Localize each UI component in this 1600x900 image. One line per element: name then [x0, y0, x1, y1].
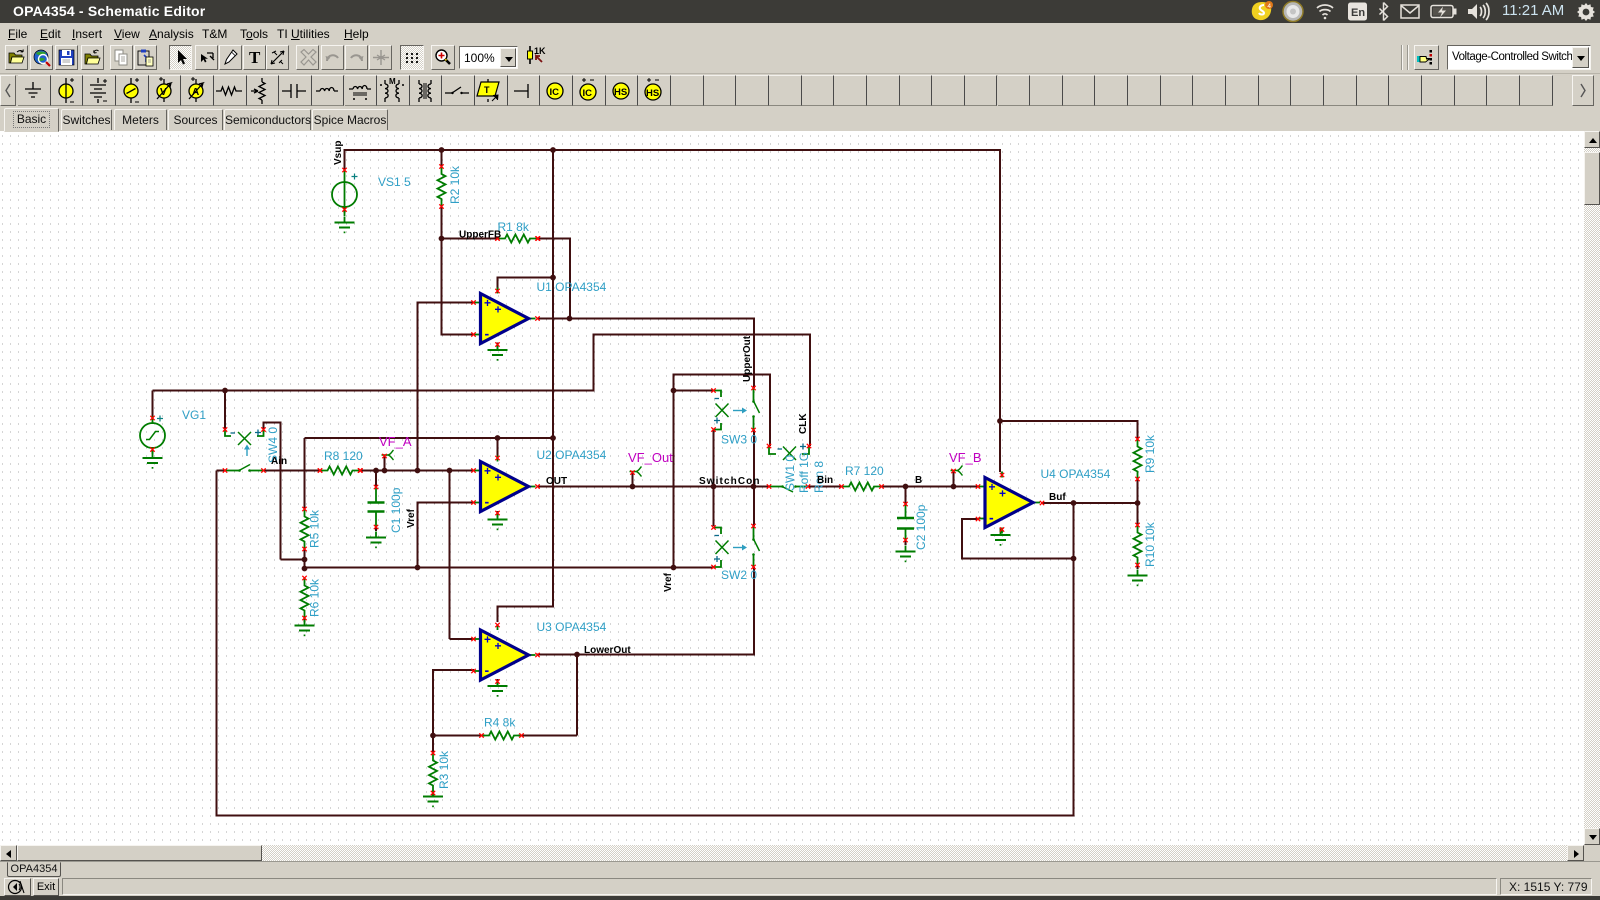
svg-text:-: - — [485, 326, 490, 342]
svg-text:R1 8k: R1 8k — [498, 220, 530, 234]
svg-text:R5 10k: R5 10k — [308, 509, 322, 548]
svg-text:C2 100p: C2 100p — [914, 504, 928, 550]
svg-text:Vref: Vref — [406, 508, 417, 528]
svg-text:Roff 1G: Roff 1G — [797, 452, 811, 493]
svg-text:R2 10k: R2 10k — [448, 165, 462, 204]
svg-text:T: T — [249, 48, 261, 67]
svg-text:HS: HS — [614, 87, 627, 98]
svg-text:R6 10k: R6 10k — [308, 578, 322, 617]
svg-text:+: + — [484, 633, 491, 647]
svg-text:+: + — [484, 464, 491, 478]
svg-text:Vsup: Vsup — [333, 141, 344, 165]
svg-text:En: En — [1351, 7, 1365, 19]
svg-text:-: - — [485, 662, 490, 678]
svg-text:-: - — [989, 510, 994, 526]
svg-text:Ain: Ain — [271, 456, 287, 467]
svg-text:OUT: OUT — [546, 476, 567, 487]
svg-text:SW2 0: SW2 0 — [721, 568, 757, 582]
svg-text:U3 OPA4354: U3 OPA4354 — [537, 620, 607, 634]
svg-text:HS: HS — [646, 88, 659, 99]
svg-text:IC: IC — [583, 88, 593, 99]
svg-text:VG1: VG1 — [182, 408, 206, 422]
svg-text:R7 120: R7 120 — [845, 464, 884, 478]
svg-text:VF_Out: VF_Out — [628, 450, 673, 465]
svg-text:Bin: Bin — [817, 475, 833, 486]
svg-text:IC: IC — [550, 87, 560, 98]
svg-text:R3 10k: R3 10k — [437, 750, 451, 789]
svg-text:CLK: CLK — [798, 413, 809, 434]
svg-text:U2 OPA4354: U2 OPA4354 — [537, 448, 607, 462]
svg-text:R8 120: R8 120 — [324, 449, 363, 463]
svg-text:UpperFB: UpperFB — [459, 230, 501, 241]
svg-text:R9 10k: R9 10k — [1143, 434, 1157, 473]
svg-text:R4 8k: R4 8k — [484, 716, 516, 730]
svg-text:C1 100p: C1 100p — [389, 487, 403, 533]
svg-text:SwitchCon: SwitchCon — [699, 476, 761, 487]
svg-text:U4 OPA4354: U4 OPA4354 — [1041, 467, 1111, 481]
svg-text:VF_B: VF_B — [949, 450, 982, 465]
svg-text:M: M — [389, 77, 396, 86]
svg-text:Vref: Vref — [663, 572, 674, 592]
svg-text:+: + — [484, 296, 491, 310]
svg-text:VF_A: VF_A — [379, 434, 412, 449]
svg-text:4: 4 — [1267, 3, 1271, 10]
svg-text:+: + — [495, 471, 502, 485]
svg-text:+: + — [989, 480, 996, 494]
svg-text:U1 OPA4354: U1 OPA4354 — [537, 280, 607, 294]
svg-text:LowerOut: LowerOut — [584, 645, 631, 656]
svg-text:Buf: Buf — [1049, 492, 1066, 503]
svg-text:SW1 0: SW1 0 — [783, 455, 797, 491]
svg-text:+: + — [495, 303, 502, 317]
svg-text:+: + — [495, 639, 502, 653]
svg-text:B: B — [915, 475, 922, 486]
svg-text:UpperOut: UpperOut — [742, 335, 753, 382]
svg-text:VS1 5: VS1 5 — [378, 175, 411, 189]
svg-text:1K: 1K — [534, 46, 546, 56]
svg-text:SW3 0: SW3 0 — [721, 433, 757, 447]
svg-text:-: - — [485, 494, 490, 510]
svg-text:T: T — [484, 85, 490, 95]
svg-text:R10 10k: R10 10k — [1143, 521, 1157, 567]
svg-text:+: + — [999, 487, 1006, 501]
